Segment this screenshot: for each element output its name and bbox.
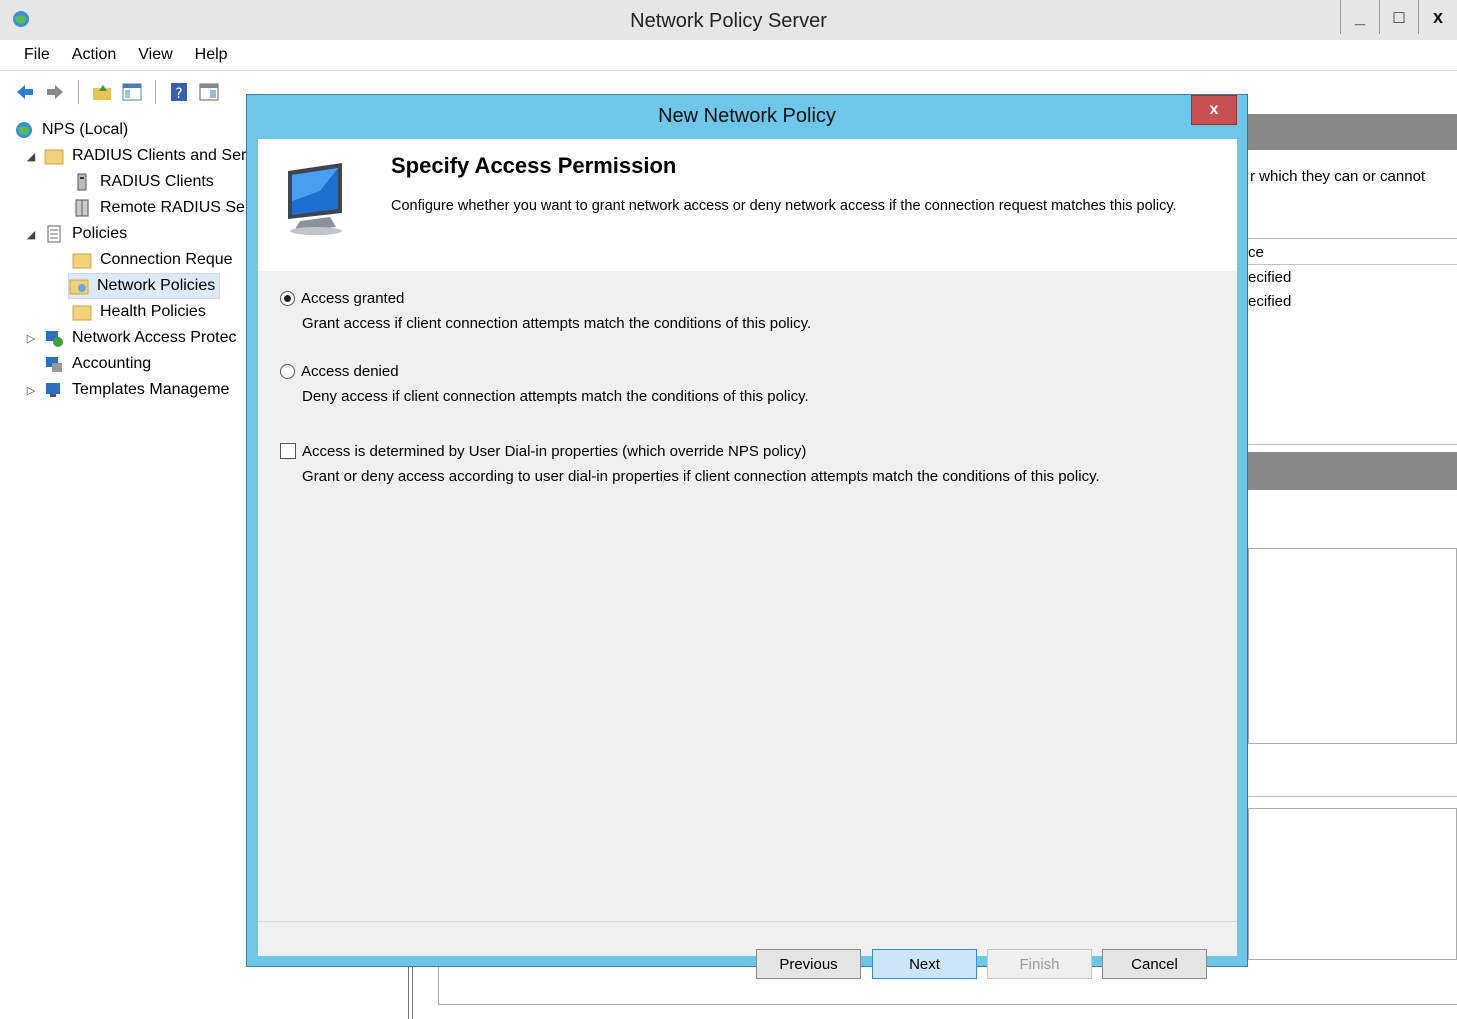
minimize-button[interactable]: _ (1340, 0, 1379, 34)
dial-in-properties-checkbox[interactable] (280, 443, 296, 459)
divider (1248, 238, 1457, 239)
tree-label: Health Policies (100, 303, 206, 320)
dialog-close-button[interactable]: x (1191, 95, 1237, 125)
finish-button: Finish (987, 949, 1092, 979)
tree-label: RADIUS Clients and Ser (72, 147, 247, 164)
tree-item-health-policies[interactable]: Health Policies (72, 300, 206, 324)
collapse-icon[interactable]: ◢ (24, 150, 38, 163)
forward-arrow-icon[interactable] (44, 81, 66, 103)
folder-icon (72, 305, 92, 321)
access-granted-option[interactable]: Access granted Grant access if client co… (280, 287, 811, 332)
previous-button[interactable]: Previous (756, 949, 861, 979)
dial-in-properties-label[interactable]: Access is determined by User Dial-in pro… (302, 443, 806, 460)
access-granted-radio[interactable] (280, 290, 295, 306)
menu-view[interactable]: View (127, 46, 183, 64)
menu-help[interactable]: Help (184, 46, 239, 64)
details-pane (1248, 548, 1457, 744)
properties-pane-icon[interactable] (198, 81, 220, 103)
tree-label: Remote RADIUS Se (100, 199, 245, 216)
tree-label: Network Access Protec (72, 329, 237, 346)
details-header-bar-2 (1248, 452, 1457, 490)
column-header-fragment: ce (1248, 244, 1264, 261)
next-button[interactable]: Next (872, 949, 977, 979)
access-granted-label[interactable]: Access granted (301, 290, 404, 307)
divider (1248, 796, 1457, 797)
close-window-button[interactable]: x (1418, 0, 1457, 34)
accounting-icon (46, 357, 62, 372)
up-folder-icon[interactable] (91, 81, 113, 103)
splitter[interactable] (408, 967, 409, 1019)
tree-item-network-policies[interactable]: Network Policies (68, 273, 221, 299)
dial-in-properties-option[interactable]: Access is determined by User Dial-in pro… (280, 440, 1100, 485)
tree-item-accounting[interactable]: Accounting (44, 352, 151, 376)
svg-text:?: ? (175, 86, 182, 102)
back-arrow-icon[interactable] (14, 81, 36, 103)
folder-icon (44, 149, 64, 165)
tree-item-connection-request-policies[interactable]: Connection Reque (72, 248, 233, 272)
splitter (412, 967, 413, 1019)
tree-item-templates-management[interactable]: ▷ Templates Manageme (24, 378, 230, 402)
menu-bar: File Action View Help (0, 40, 1457, 71)
tree-label: Accounting (72, 355, 152, 372)
new-network-policy-dialog: New Network Policy x Specify Access Perm… (246, 94, 1248, 979)
server-icon (77, 173, 87, 191)
dialog-header: Specify Access Permission Configure whet… (258, 139, 1237, 271)
divider (1248, 264, 1457, 265)
tree-label: Network Policies (97, 277, 216, 294)
access-granted-description: Grant access if client connection attemp… (302, 315, 812, 332)
tree-item-remote-radius-servers[interactable]: Remote RADIUS Se (72, 196, 245, 220)
access-denied-radio[interactable] (280, 363, 295, 379)
page-title: Specify Access Permission (391, 153, 677, 178)
window-controls: _ □ x (1340, 0, 1457, 36)
dialog-body: Specify Access Permission Configure whet… (258, 139, 1237, 979)
details-description-fragment: r which they can or cannot (1250, 168, 1426, 185)
page-description: Configure whether you want to grant netw… (391, 198, 1177, 214)
maximize-button[interactable]: □ (1379, 0, 1418, 34)
help-icon[interactable]: ? (168, 81, 190, 103)
tree-label: Policies (72, 225, 128, 242)
network-policy-folder-icon (69, 279, 89, 295)
main-title-bar: Network Policy Server _ □ x (0, 0, 1457, 41)
show-hide-tree-icon[interactable] (121, 81, 143, 103)
dial-in-properties-description: Grant or deny access according to user d… (302, 468, 1100, 485)
list-item[interactable]: ecified (1248, 269, 1291, 286)
dialog-title: New Network Policy (658, 105, 836, 127)
cancel-button[interactable]: Cancel (1102, 949, 1207, 979)
folder-icon (72, 253, 92, 269)
tree-item-radius-clients-servers[interactable]: ◢ RADIUS Clients and Ser (24, 144, 246, 168)
templates-icon (46, 383, 60, 397)
toolbar-separator (78, 80, 79, 104)
tree-label: NPS (Local) (42, 121, 129, 138)
tree-item-radius-clients[interactable]: RADIUS Clients (72, 170, 214, 194)
tree-label: Templates Manageme (72, 381, 230, 398)
toolbar-separator (155, 80, 156, 104)
access-denied-description: Deny access if client connection attempt… (302, 388, 809, 405)
divider (1248, 444, 1457, 445)
nps-globe-icon (16, 122, 32, 138)
tree-label: RADIUS Clients (100, 173, 214, 190)
menu-action[interactable]: Action (61, 46, 127, 64)
tree-label: Connection Reque (100, 251, 233, 268)
nap-icon (46, 331, 63, 347)
details-header-bar (1248, 114, 1457, 150)
footer-divider (258, 921, 1237, 922)
expand-icon[interactable]: ▷ (24, 384, 38, 397)
expand-icon[interactable]: ▷ (24, 332, 38, 345)
access-denied-option[interactable]: Access denied Deny access if client conn… (280, 360, 809, 405)
collapse-icon[interactable]: ◢ (24, 228, 38, 241)
tree-item-network-access-protection[interactable]: ▷ Network Access Protec (24, 326, 237, 350)
monitor-icon (288, 163, 342, 235)
tree-item-nps-local[interactable]: NPS (Local) (14, 118, 128, 142)
menu-file[interactable]: File (0, 46, 61, 64)
window-title: Network Policy Server (630, 10, 827, 32)
policy-document-icon (47, 225, 61, 243)
access-denied-label[interactable]: Access denied (301, 363, 399, 380)
tree-item-policies[interactable]: ◢ Policies (24, 222, 127, 246)
details-pane-2 (1248, 808, 1457, 960)
navigation-tree: NPS (Local) ◢ RADIUS Clients and Ser RAD… (0, 118, 248, 418)
server-group-icon (75, 199, 89, 217)
list-item[interactable]: ecified (1248, 293, 1291, 310)
